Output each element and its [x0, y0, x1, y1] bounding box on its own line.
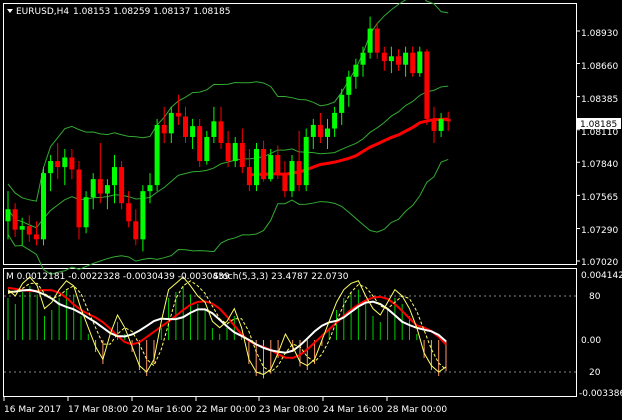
time-tick: 16 Mar 2017	[4, 405, 61, 415]
candle-body	[360, 52, 366, 65]
candle-body	[282, 173, 288, 192]
candle-body	[254, 149, 259, 186]
candle-body	[90, 179, 96, 198]
ohlc-values: 1.08153 1.08259 1.08137 1.08185	[73, 7, 230, 17]
candle-body	[317, 124, 323, 137]
indicator-tick: -0.003386	[579, 389, 622, 399]
candle-body	[197, 126, 203, 162]
candle-body	[218, 121, 224, 143]
candle-body	[431, 118, 437, 131]
time-axis: 16 Mar 2017 17 Mar 08:00 20 Mar 16:00 22…	[4, 405, 447, 415]
collapse-triangle-icon[interactable]	[7, 9, 13, 13]
candle-body	[119, 167, 125, 204]
candle-body	[261, 149, 267, 180]
candle-body	[12, 209, 18, 230]
candle-body	[76, 169, 82, 228]
price-tick: 1.07840	[581, 160, 618, 170]
candle-body	[168, 112, 174, 134]
candle-body	[303, 136, 309, 186]
candle-body	[374, 28, 380, 53]
candle-body	[381, 52, 387, 62]
candle-body	[410, 52, 416, 74]
candle-body	[104, 185, 110, 194]
chart-title: EURUSD,H4	[16, 7, 69, 17]
candle-body	[310, 124, 316, 137]
current-price-label: 1.08185	[580, 120, 617, 130]
sub-panel-frame	[3, 268, 577, 397]
candle-body	[275, 155, 281, 174]
candle-body	[204, 136, 210, 162]
candle-body	[445, 118, 451, 122]
candle-body	[69, 157, 75, 170]
candle-body	[83, 197, 89, 228]
candle-body	[133, 221, 139, 240]
candle-body	[140, 191, 146, 240]
candle-body	[388, 56, 394, 62]
time-tick: 23 Mar 08:00	[259, 405, 319, 415]
candle-body	[26, 226, 32, 235]
candle-body	[232, 142, 238, 162]
candle-body	[417, 51, 423, 74]
macd-label: M 0.0012181 -0.0022328 -0.0030439 -0.003…	[6, 272, 230, 282]
time-tick: 17 Mar 08:00	[68, 405, 128, 415]
price-tick: 1.08385	[581, 95, 618, 105]
candle-body	[126, 203, 132, 222]
candle-body	[5, 209, 11, 222]
candle-body	[325, 128, 330, 137]
price-tick: 1.08660	[581, 62, 618, 72]
candle-body	[339, 94, 345, 113]
bollinger-upper-line	[7, 0, 449, 202]
candle-body	[55, 161, 61, 168]
indicator-plot	[3, 276, 576, 401]
candle-body	[211, 121, 217, 137]
time-tick: 28 Mar 00:00	[387, 405, 447, 415]
candle-body	[183, 116, 188, 137]
candle-body	[289, 161, 295, 192]
stoch-label: Stoch(5,3,3) 23.4787 22.0730	[213, 272, 349, 282]
candle-body	[239, 142, 245, 168]
candle-body	[175, 112, 181, 117]
candle-body	[33, 234, 39, 240]
price-tick: 1.07290	[581, 226, 618, 236]
main-panel-frame	[3, 3, 577, 265]
candle-body	[112, 167, 117, 186]
indicator-axis: 0.004142 80 0.00 20 -0.003386	[579, 271, 622, 399]
indicator-tick: 0.004142	[581, 271, 622, 281]
candle-body	[396, 56, 401, 65]
candle-body	[48, 161, 54, 174]
candle-body	[332, 112, 338, 129]
candle-body	[438, 118, 444, 131]
candle-body	[161, 124, 167, 134]
candle-body	[268, 155, 274, 180]
candle-body	[62, 157, 68, 168]
candle-body	[296, 161, 302, 186]
candle-body	[147, 185, 153, 192]
indicator-tick: 0.00	[581, 336, 601, 346]
candle-body	[424, 51, 430, 119]
indicator-tick: 80	[589, 292, 601, 302]
time-tick: 24 Mar 16:00	[323, 405, 383, 415]
main-plot	[5, 0, 580, 275]
candle-body	[97, 179, 103, 194]
chart-canvas: EURUSD,H4 1.08153 1.08259 1.08137 1.0818…	[3, 0, 622, 415]
bollinger-lower-line	[7, 158, 449, 275]
candle-body	[19, 226, 25, 230]
candle-body	[353, 64, 359, 77]
price-tick: 1.07565	[581, 193, 618, 203]
candle-body	[41, 173, 46, 240]
candle-body	[190, 126, 196, 137]
candle-body	[225, 142, 231, 162]
price-axis: 1.08930 1.08660 1.08385 1.08110 1.07840 …	[581, 29, 618, 268]
indicator-tick: 20	[589, 368, 601, 378]
candle-body	[367, 28, 373, 53]
time-tick: 22 Mar 00:00	[196, 405, 256, 415]
candle-body	[246, 167, 252, 186]
price-tick: 1.07020	[581, 258, 618, 268]
time-tick: 20 Mar 16:00	[132, 405, 192, 415]
candle-body	[403, 52, 409, 65]
candle-body	[346, 76, 352, 95]
price-tick: 1.08930	[581, 29, 618, 39]
candle-body	[154, 124, 160, 186]
